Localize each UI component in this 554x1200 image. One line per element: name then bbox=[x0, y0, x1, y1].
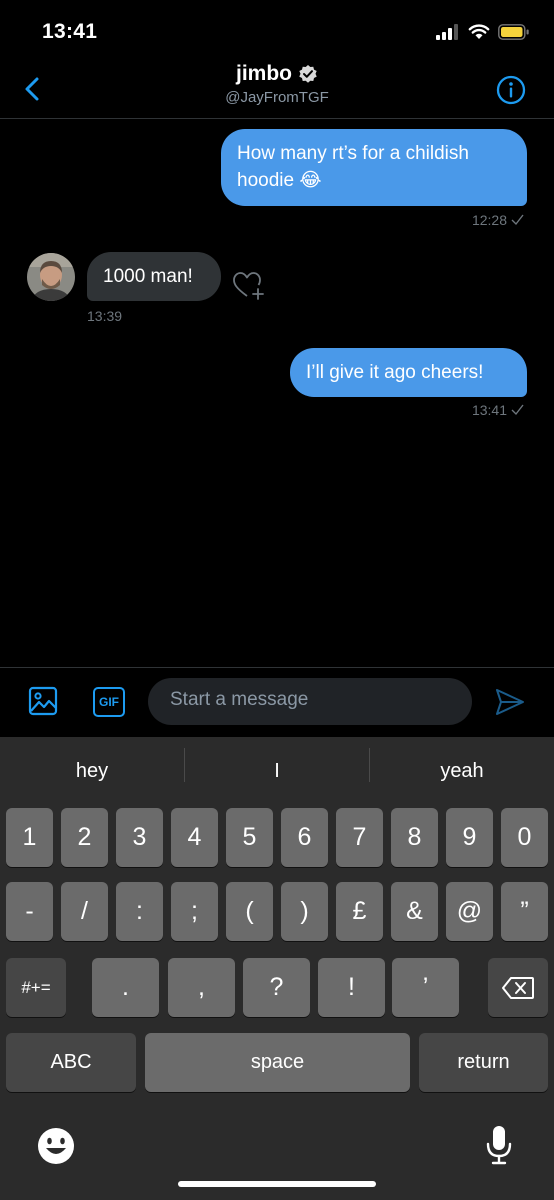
avatar-image bbox=[27, 253, 75, 301]
message-bubble-incoming[interactable]: 1000 man! bbox=[87, 252, 221, 301]
key-question[interactable]: ? bbox=[243, 958, 310, 1017]
microphone-icon bbox=[486, 1126, 512, 1165]
key-backspace[interactable] bbox=[488, 958, 548, 1017]
key-4[interactable]: 4 bbox=[171, 808, 218, 867]
key-symbols[interactable]: #+= bbox=[6, 958, 66, 1017]
key-colon[interactable]: : bbox=[116, 882, 163, 941]
key-6[interactable]: 6 bbox=[281, 808, 328, 867]
avatar[interactable] bbox=[27, 253, 75, 301]
status-time: 13:41 bbox=[42, 20, 98, 43]
key-slash[interactable]: / bbox=[61, 882, 108, 941]
conversation-title[interactable]: jimbo @JayFromTGF bbox=[0, 62, 554, 106]
dictation-button[interactable] bbox=[484, 1124, 514, 1171]
send-icon bbox=[496, 689, 524, 715]
emoji-icon bbox=[38, 1128, 74, 1164]
message-bubble-outgoing[interactable]: I’ll give it ago cheers! bbox=[290, 348, 527, 397]
backspace-icon bbox=[502, 976, 534, 999]
image-icon bbox=[28, 686, 58, 716]
key-return[interactable]: return bbox=[419, 1033, 548, 1092]
key-8[interactable]: 8 bbox=[391, 808, 438, 867]
key-2[interactable]: 2 bbox=[61, 808, 108, 867]
checkmark-icon bbox=[511, 214, 524, 226]
checkmark-icon bbox=[511, 404, 524, 416]
key-comma[interactable]: , bbox=[168, 958, 235, 1017]
battery-icon bbox=[498, 24, 529, 40]
key-9[interactable]: 9 bbox=[446, 808, 493, 867]
heart-plus-icon bbox=[233, 272, 264, 300]
key-period[interactable]: . bbox=[92, 958, 159, 1017]
cellular-signal-icon bbox=[436, 24, 458, 40]
key-3[interactable]: 3 bbox=[116, 808, 163, 867]
key-hyphen[interactable]: - bbox=[6, 882, 53, 941]
key-open-paren[interactable]: ( bbox=[226, 882, 273, 941]
like-message-button[interactable] bbox=[232, 270, 266, 307]
message-timestamp: 12:28 bbox=[472, 212, 524, 228]
key-ampersand[interactable]: & bbox=[391, 882, 438, 941]
contact-handle: @JayFromTGF bbox=[225, 89, 329, 106]
gif-button[interactable]: GIF bbox=[93, 687, 125, 717]
key-7[interactable]: 7 bbox=[336, 808, 383, 867]
message-text: How many rt’s for a childish bbox=[237, 143, 469, 164]
key-0[interactable]: 0 bbox=[501, 808, 548, 867]
message-text: I’ll give it ago cheers! bbox=[306, 362, 484, 383]
key-space[interactable]: space bbox=[145, 1033, 410, 1092]
key-quote[interactable]: ” bbox=[501, 882, 548, 941]
key-5[interactable]: 5 bbox=[226, 808, 273, 867]
home-indicator bbox=[178, 1181, 376, 1187]
key-at[interactable]: @ bbox=[446, 882, 493, 941]
contact-name: jimbo bbox=[236, 62, 292, 85]
message-timestamp: 13:41 bbox=[472, 402, 524, 418]
suggestion-2[interactable]: I bbox=[185, 760, 369, 783]
key-apostrophe[interactable]: ’ bbox=[392, 958, 459, 1017]
message-input-placeholder: Start a message bbox=[170, 689, 309, 710]
info-icon bbox=[496, 75, 526, 105]
message-bubble-outgoing[interactable]: How many rt’s for a childish hoodie 😂 bbox=[221, 129, 527, 206]
send-button[interactable] bbox=[494, 686, 526, 723]
suggestion-1[interactable]: hey bbox=[0, 760, 184, 783]
add-photo-button[interactable] bbox=[28, 686, 58, 721]
key-exclamation[interactable]: ! bbox=[318, 958, 385, 1017]
message-text: 1000 man! bbox=[103, 266, 193, 287]
key-abc[interactable]: ABC bbox=[6, 1033, 136, 1092]
key-1[interactable]: 1 bbox=[6, 808, 53, 867]
wifi-icon bbox=[468, 24, 490, 39]
status-icons bbox=[436, 22, 530, 42]
gif-icon: GIF bbox=[99, 695, 119, 709]
key-pound[interactable]: £ bbox=[336, 882, 383, 941]
info-button[interactable] bbox=[495, 74, 527, 106]
emoji-button[interactable] bbox=[36, 1126, 76, 1171]
message-text: hoodie 😂 bbox=[237, 170, 322, 191]
key-close-paren[interactable]: ) bbox=[281, 882, 328, 941]
suggestion-3[interactable]: yeah bbox=[370, 760, 554, 783]
key-semicolon[interactable]: ; bbox=[171, 882, 218, 941]
verified-badge-icon bbox=[299, 65, 317, 83]
message-timestamp: 13:39 bbox=[87, 308, 123, 324]
